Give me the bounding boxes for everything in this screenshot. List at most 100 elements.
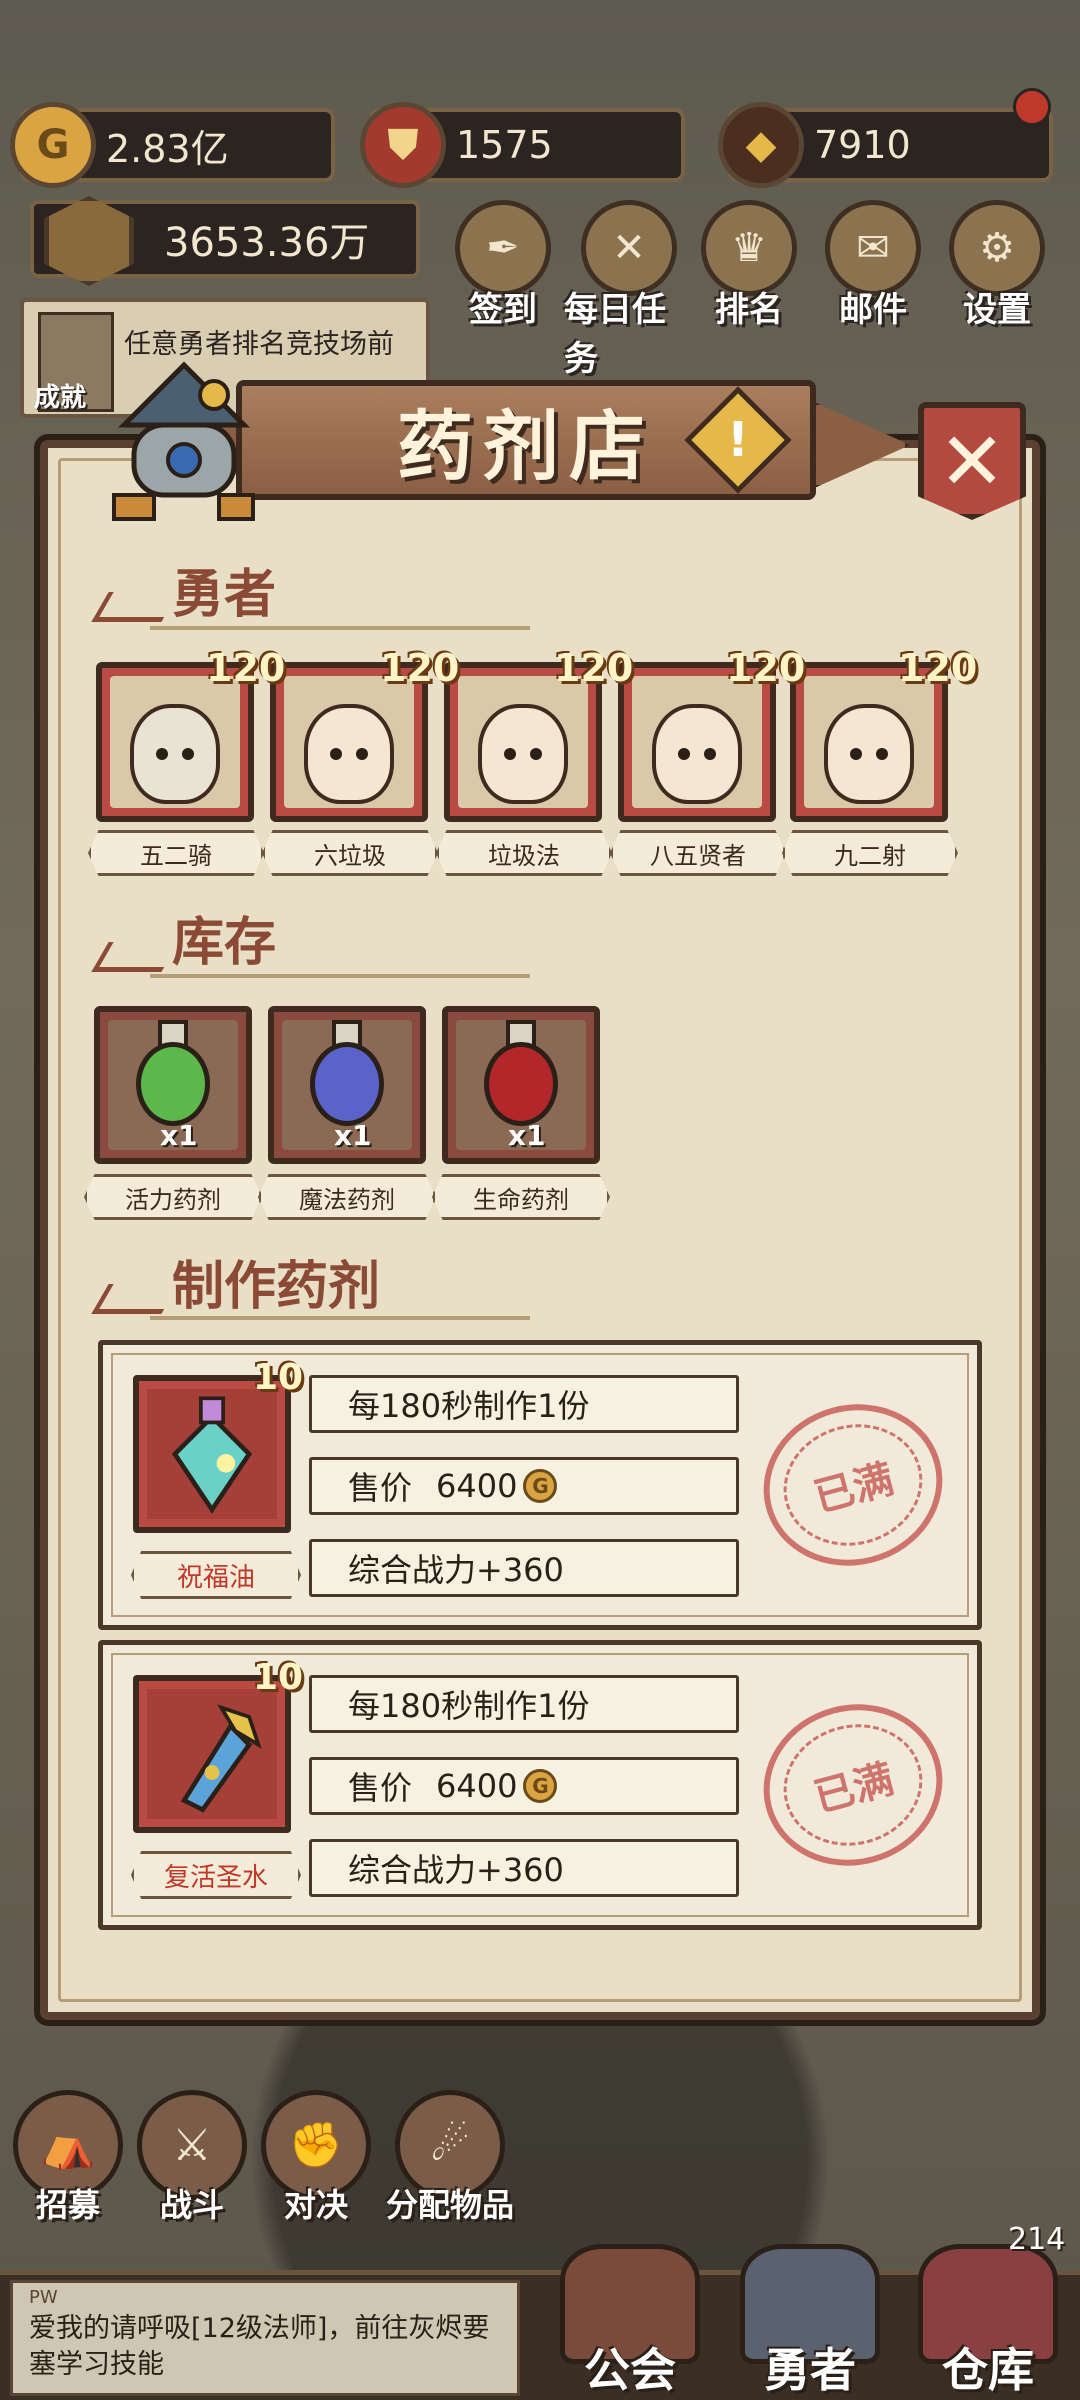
power-value: 3653.36万 [164, 220, 370, 266]
battle-button[interactable]: ⚔ 战斗 [132, 2090, 252, 2226]
item-name-tag: 生命药剂 [432, 1174, 610, 1220]
item-count: x1 [334, 1119, 372, 1152]
duel-label: 对决 [283, 2186, 348, 2224]
hero-portrait [304, 704, 394, 804]
craft-section-title: 制作药剂 [172, 1256, 381, 1317]
production-rate: 每180秒制作1份 [309, 1375, 739, 1433]
resurrection-water-icon [180, 1704, 262, 1813]
hero-level: 120 [898, 646, 978, 690]
hero-portrait [824, 704, 914, 804]
price-label: 售价 [348, 1469, 413, 1507]
hero-level: 120 [380, 646, 460, 690]
price-value: 6400 [436, 1767, 518, 1805]
power-bonus-text: 综合战力+360 [348, 1551, 564, 1589]
price-value: 6400 [436, 1467, 518, 1505]
craft-recipe-panel: 10 祝福油 每180秒制作1份 售价 6400 G 综合战力+360 已满 [98, 1340, 982, 1630]
recruit-label: 招募 [35, 2186, 100, 2224]
inventory-item[interactable]: x1 [94, 1006, 252, 1164]
notification-dot [1013, 88, 1051, 126]
hero-level: 120 [554, 646, 634, 690]
power-bar: 3653.36万 [30, 196, 420, 286]
gold-coin-icon: G [523, 1769, 558, 1803]
hero-name-tag: 九二射 [782, 830, 958, 876]
production-rate: 每180秒制作1份 [309, 1675, 739, 1733]
tab-warehouse-label: 仓库 [942, 2343, 1034, 2397]
gem-value: 7910 [814, 123, 911, 167]
hero-portrait [478, 704, 568, 804]
nav-mail-label: 邮件 [839, 290, 907, 330]
item-name-tag: 魔法药剂 [258, 1174, 436, 1220]
craft-divider [150, 1316, 530, 1320]
vitality-potion-icon [136, 1042, 210, 1126]
sell-price: 售价 6400 G [309, 1457, 739, 1515]
blessing-oil-icon [171, 1396, 253, 1514]
tab-guild[interactable]: 公会 [540, 2220, 720, 2400]
full-stamp: 已满 [745, 1384, 961, 1586]
full-stamp-text: 已满 [809, 1456, 899, 1522]
crest-value: 1575 [456, 123, 553, 167]
tab-guild-label: 公会 [584, 2343, 676, 2397]
tab-heroes[interactable]: 勇者 [720, 2220, 900, 2400]
duel-button[interactable]: ✊ 对决 [256, 2090, 376, 2226]
magic-potion-icon [310, 1042, 384, 1126]
nav-settings-label: 设置 [963, 290, 1031, 330]
close-button[interactable]: ✕ [918, 402, 1026, 520]
full-stamp-text: 已满 [809, 1756, 899, 1822]
hero-level: 120 [206, 646, 286, 690]
hero-level: 120 [726, 646, 806, 690]
crest-resource-bar[interactable]: ⛊ 1575 [360, 102, 685, 188]
power-icon [44, 196, 134, 286]
nav-ranking[interactable]: ♛ 排名 [694, 200, 804, 331]
recipe-image[interactable] [133, 1675, 291, 1833]
life-potion-icon [484, 1042, 558, 1126]
recipe-name: 复活圣水 [131, 1851, 301, 1899]
heroes-section-title: 勇者 [172, 564, 277, 625]
chat-box[interactable]: PW 爱我的请呼吸[12级法师]，前往灰烬要塞学习技能 [10, 2280, 520, 2396]
nav-checkin[interactable]: ✒ 签到 [448, 200, 558, 331]
production-rate-text: 每180秒制作1份 [348, 1387, 590, 1425]
battle-label: 战斗 [159, 2186, 224, 2224]
nav-ranking-label: 排名 [715, 290, 783, 330]
hero-name-tag: 六垃圾 [262, 830, 438, 876]
achievement-label: 成就 [34, 383, 87, 413]
item-count: x1 [508, 1119, 546, 1152]
distribute-items-label: 分配物品 [385, 2186, 514, 2224]
price-label: 售价 [348, 1769, 413, 1807]
alert-glyph: ! [727, 412, 749, 468]
distribute-items-button[interactable]: ☄ 分配物品 [380, 2090, 520, 2226]
power-bonus: 综合战力+360 [309, 1539, 739, 1597]
recipe-level: 10 [253, 1657, 304, 1698]
gold-resource-bar[interactable]: G 2.83亿 [10, 102, 335, 188]
gem-resource-bar[interactable]: ◆ 7910 [718, 88, 1053, 188]
sell-price: 售价 6400 G [309, 1757, 739, 1815]
nav-daily-tasks[interactable]: ✕ 每日任务 [564, 200, 694, 380]
inventory-item[interactable]: x1 [268, 1006, 426, 1164]
heroes-divider [150, 626, 530, 630]
production-rate-text: 每180秒制作1份 [348, 1687, 590, 1725]
gold-coin-icon: G [523, 1469, 558, 1503]
hero-name-tag: 八五贤者 [610, 830, 786, 876]
nav-settings[interactable]: ⚙ 设置 [942, 200, 1052, 331]
nav-checkin-label: 签到 [469, 290, 537, 330]
full-stamp: 已满 [745, 1684, 961, 1886]
gold-coin-icon: G [10, 102, 96, 188]
inventory-section-title: 库存 [172, 912, 277, 973]
power-bonus-text: 综合战力+360 [348, 1851, 564, 1889]
inventory-item[interactable]: x1 [442, 1006, 600, 1164]
gem-icon: ◆ [718, 102, 804, 188]
recipe-level: 10 [253, 1357, 304, 1398]
tab-heroes-label: 勇者 [764, 2343, 856, 2397]
gold-value: 2.83亿 [106, 126, 229, 171]
item-count: x1 [160, 1119, 198, 1152]
inventory-divider [150, 974, 530, 978]
nav-mail[interactable]: ✉ 邮件 [818, 200, 928, 331]
crest-icon: ⛊ [360, 102, 446, 188]
chat-tag: PW [29, 2287, 58, 2308]
warehouse-count: 214 [1008, 2222, 1066, 2257]
recipe-name: 祝福油 [131, 1551, 301, 1599]
recruit-button[interactable]: ⛺ 招募 [8, 2090, 128, 2226]
hero-portrait [130, 704, 220, 804]
power-bonus: 综合战力+360 [309, 1839, 739, 1897]
recipe-image[interactable] [133, 1375, 291, 1533]
craft-recipe-panel: 10 复活圣水 每180秒制作1份 售价 6400 G 综合战力+360 已满 [98, 1640, 982, 1930]
